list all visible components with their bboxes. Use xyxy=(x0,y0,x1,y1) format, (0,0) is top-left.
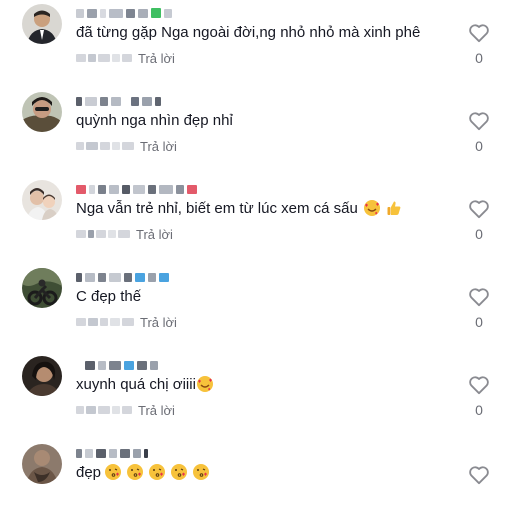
comment-item: đã từng gặp Nga ngoài đời,ng nhỏ nhỏ mà … xyxy=(0,0,519,88)
reply-button[interactable]: Trả lời xyxy=(136,227,173,242)
kissing-face-icon xyxy=(171,464,188,480)
reply-button[interactable]: Trả lời xyxy=(140,315,177,330)
username-blurred[interactable] xyxy=(76,94,161,108)
username-blurred[interactable] xyxy=(76,6,172,20)
kissing-face-icon xyxy=(105,464,122,480)
smiling-face-with-hearts-icon xyxy=(363,200,380,216)
username-blurred[interactable] xyxy=(76,270,169,284)
like-count: 0 xyxy=(475,50,483,66)
comment-text: quỳnh nga nhìn đẹp nhỉ xyxy=(76,112,233,129)
date-blurred xyxy=(76,318,134,326)
like-count: 0 xyxy=(475,402,483,418)
date-blurred xyxy=(76,142,134,150)
comment-text: C đẹp thế xyxy=(76,288,142,305)
like-heart-icon[interactable] xyxy=(468,23,490,43)
username-blurred[interactable] xyxy=(76,358,158,372)
comment-item: quỳnh nga nhìn đẹp nhỉ Trả lời 0 xyxy=(0,88,519,176)
comment-meta: Trả lời xyxy=(76,226,173,242)
like-count: 0 xyxy=(475,226,483,242)
comment-meta: Trả lời xyxy=(76,314,177,330)
comment-meta: Trả lời xyxy=(76,402,175,418)
comment-meta: Trả lời xyxy=(76,138,177,154)
reply-button[interactable]: Trả lời xyxy=(138,403,175,418)
comment-item: xuynh quá chị ơiiii Trả lời 0 xyxy=(0,352,519,440)
reply-button[interactable]: Trả lời xyxy=(138,51,175,66)
date-blurred xyxy=(76,54,132,62)
like-heart-icon[interactable] xyxy=(468,375,490,395)
comment-item: đẹp xyxy=(0,440,519,528)
username-blurred[interactable] xyxy=(76,446,148,460)
date-blurred xyxy=(76,230,130,238)
thumbs-up-icon xyxy=(386,200,402,216)
comment-text: đẹp xyxy=(76,462,210,484)
like-count: 0 xyxy=(475,138,483,154)
kissing-face-icon xyxy=(193,464,210,480)
reply-button[interactable]: Trả lời xyxy=(140,139,177,154)
avatar[interactable] xyxy=(22,356,62,396)
comment-text: xuynh quá chị ơiiii xyxy=(76,374,213,396)
smiling-face-with-hearts-icon xyxy=(196,376,213,392)
kissing-face-icon xyxy=(149,464,166,480)
kissing-face-icon xyxy=(127,464,144,480)
avatar[interactable] xyxy=(22,180,62,220)
comment-text: Nga vẫn trẻ nhỉ, biết em từ lúc xem cá s… xyxy=(76,198,402,220)
like-heart-icon[interactable] xyxy=(468,199,490,219)
avatar[interactable] xyxy=(22,268,62,308)
like-heart-icon[interactable] xyxy=(468,465,490,485)
like-heart-icon[interactable] xyxy=(468,287,490,307)
date-blurred xyxy=(76,406,132,414)
comment-text: đã từng gặp Nga ngoài đời,ng nhỏ nhỏ mà … xyxy=(76,24,421,41)
like-heart-icon[interactable] xyxy=(468,111,490,131)
username-blurred[interactable] xyxy=(76,182,197,196)
comment-item: C đẹp thế Trả lời 0 xyxy=(0,264,519,352)
comment-meta: Trả lời xyxy=(76,50,175,66)
avatar[interactable] xyxy=(22,444,62,484)
avatar[interactable] xyxy=(22,4,62,44)
like-count: 0 xyxy=(475,314,483,330)
avatar[interactable] xyxy=(22,92,62,132)
comment-item: Nga vẫn trẻ nhỉ, biết em từ lúc xem cá s… xyxy=(0,176,519,264)
